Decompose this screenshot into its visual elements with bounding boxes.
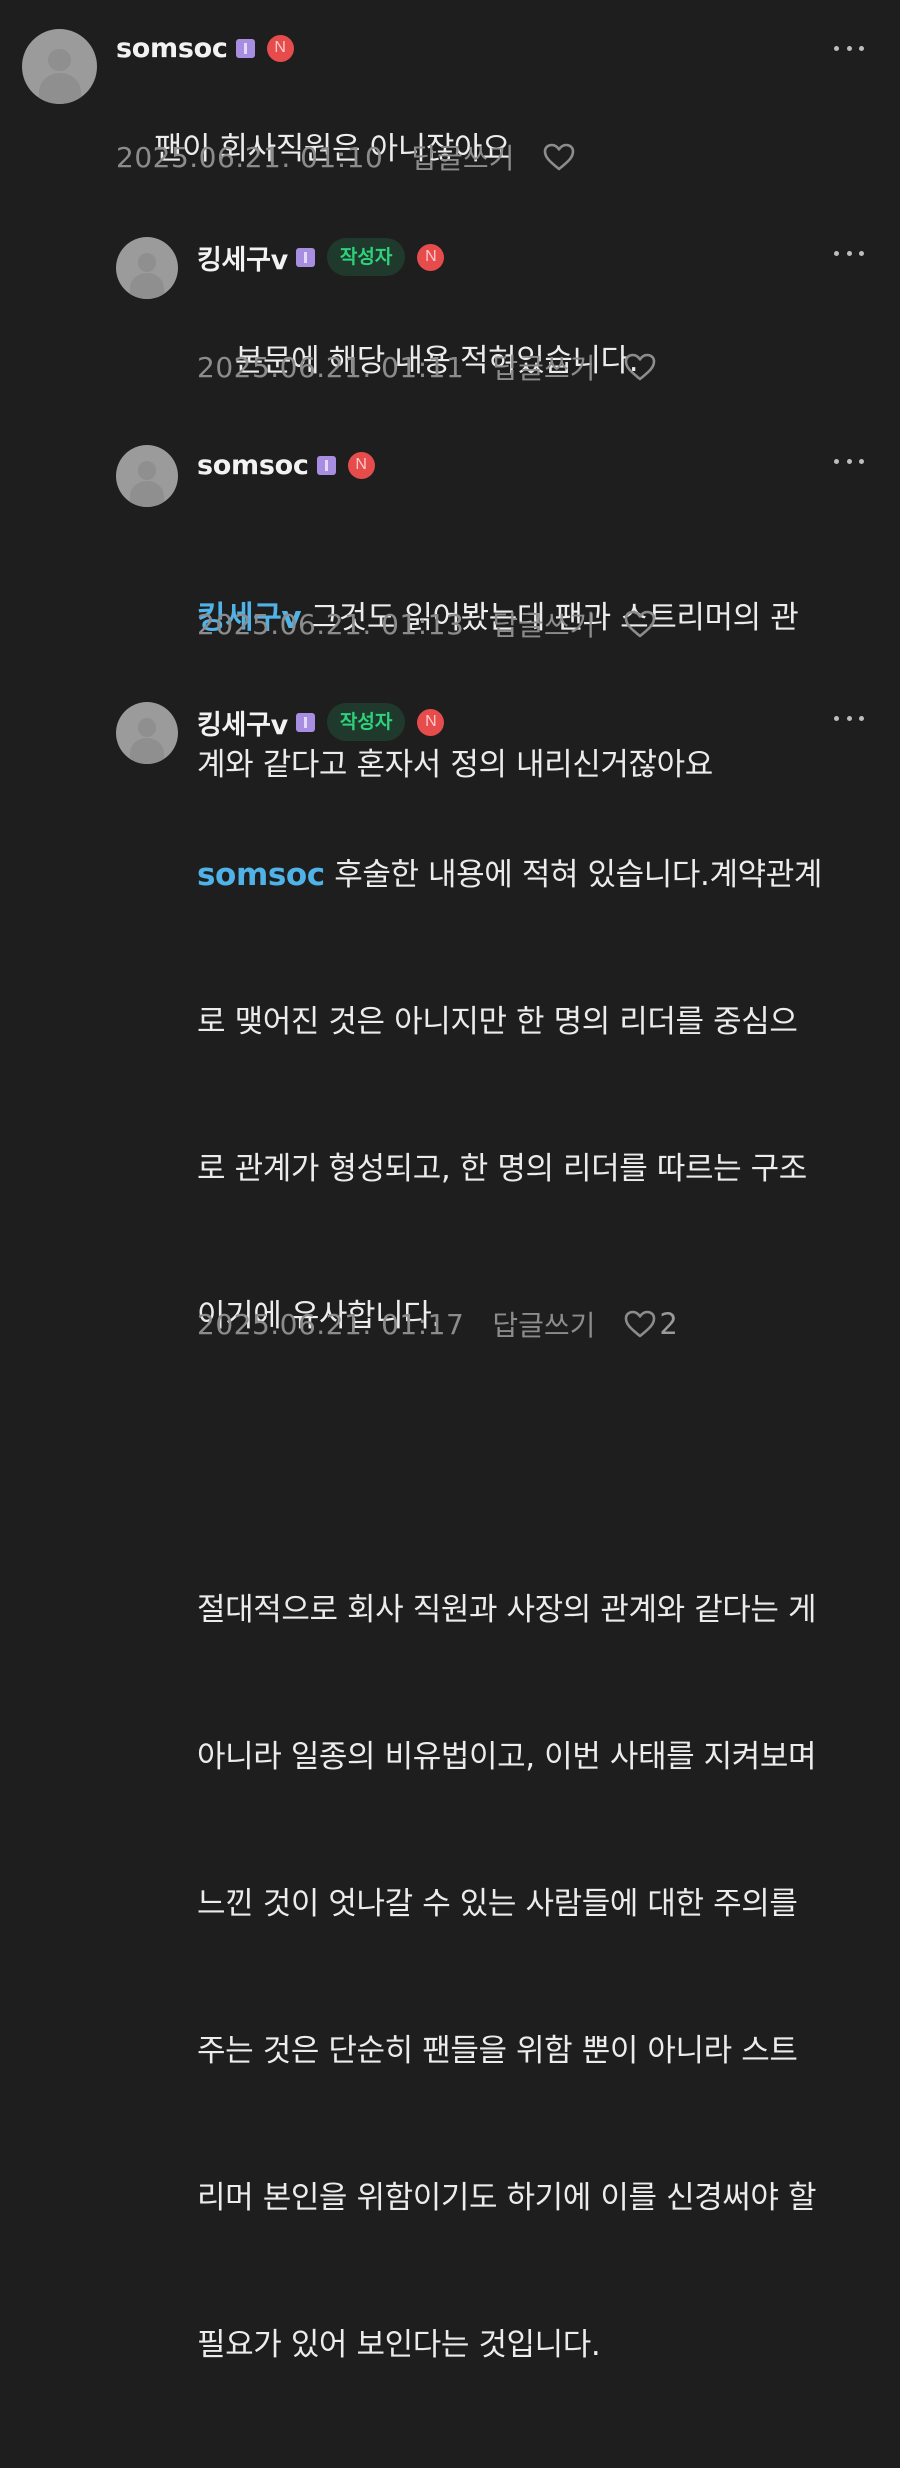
comment: somsoc N 팬이 회사직원은 아니잖아요 2025.06.21. 01:1… xyxy=(0,0,900,200)
comment-date: 2025.06.21. 01:17 xyxy=(197,1307,465,1341)
like-count: 2 xyxy=(659,1307,678,1341)
level-icon xyxy=(235,38,255,58)
avatar[interactable] xyxy=(116,702,178,764)
n-badge-icon: N xyxy=(347,451,375,479)
comment-date: 2025.06.21. 01:11 xyxy=(197,350,465,384)
heart-icon[interactable] xyxy=(623,609,657,639)
reply-button[interactable]: 답글쓰기 xyxy=(492,347,595,387)
comment-date: 2025.06.21. 01:10 xyxy=(116,140,384,174)
author-name[interactable]: 킹세구v xyxy=(197,703,288,742)
comment-header: 킹세구v 작성자 N xyxy=(197,702,445,742)
comment: somsoc N 킹세구v 그것도 읽어봤는데 팬과 스트리머의 관 계와 같다… xyxy=(0,410,900,783)
comment-text: somsoc 후술한 내용에 적혀 있습니다.계약관계 로 맺어진 것은 아니지… xyxy=(197,857,822,2363)
author-name[interactable]: somsoc xyxy=(197,450,309,481)
comment-meta: 2025.06.21. 01:10 답글쓰기 xyxy=(116,137,576,177)
level-icon xyxy=(295,247,315,267)
level-icon xyxy=(295,712,315,732)
n-badge-icon: N xyxy=(417,708,445,736)
heart-icon[interactable] xyxy=(623,352,657,382)
comment-meta: 2025.06.21. 01:11 답글쓰기 xyxy=(197,347,657,387)
comment-meta: 2025.06.21. 01:13 답글쓰기 xyxy=(197,604,657,644)
author-badge: 작성자 xyxy=(326,238,406,276)
n-badge-icon: N xyxy=(266,34,294,62)
more-options-button[interactable] xyxy=(834,44,864,52)
comment: 킹세구v 작성자 N somsoc 후술한 내용에 적혀 있습니다.계약관계 로… xyxy=(0,670,900,2363)
more-options-button[interactable] xyxy=(834,714,864,722)
comment-header: somsoc N xyxy=(197,445,375,485)
author-name[interactable]: 킹세구v xyxy=(197,238,288,277)
more-options-button[interactable] xyxy=(834,249,864,257)
heart-icon[interactable] xyxy=(542,142,576,172)
comment-header: somsoc N xyxy=(116,28,294,68)
avatar[interactable] xyxy=(116,445,178,507)
mention-link[interactable]: somsoc xyxy=(197,857,325,893)
more-options-button[interactable] xyxy=(834,457,864,465)
comment: 킹세구v 작성자 N 본문에 해당 내용 적혀있습니다. 2025.06.21.… xyxy=(0,200,900,410)
avatar[interactable] xyxy=(116,237,178,299)
reply-button[interactable]: 답글쓰기 xyxy=(492,604,595,644)
reply-button[interactable]: 답글쓰기 xyxy=(492,1304,595,1344)
author-badge: 작성자 xyxy=(326,703,406,741)
reply-button[interactable]: 답글쓰기 xyxy=(411,137,514,177)
n-badge-icon: N xyxy=(417,243,445,271)
comment-date: 2025.06.21. 01:13 xyxy=(197,607,465,641)
avatar[interactable] xyxy=(22,29,97,104)
comment-header: 킹세구v 작성자 N xyxy=(197,237,445,277)
comment-meta: 2025.06.21. 01:17 답글쓰기 2 xyxy=(197,1304,678,1344)
author-name[interactable]: somsoc xyxy=(116,33,228,64)
heart-icon[interactable] xyxy=(623,1309,657,1339)
level-icon xyxy=(316,455,336,475)
